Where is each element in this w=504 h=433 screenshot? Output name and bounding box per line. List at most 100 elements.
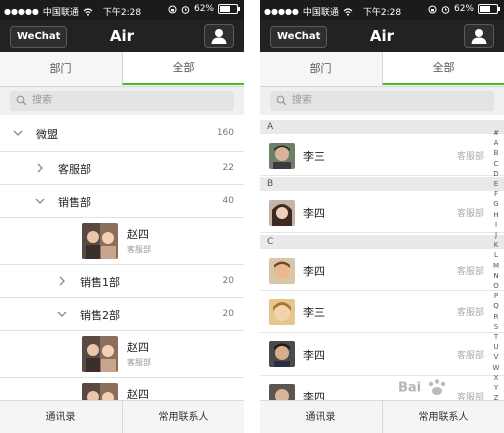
tree-label: 销售1部 <box>80 276 120 289</box>
contact-name: 李四 <box>303 207 325 220</box>
contact-row[interactable]: 李三 客服部 <box>260 291 504 333</box>
contact-row[interactable]: 李四 客服部 <box>260 192 504 233</box>
index-letter[interactable]: R <box>490 312 502 322</box>
tree-row-xs1[interactable]: 销售1部 20 <box>0 265 244 298</box>
alarm-icon <box>441 5 450 14</box>
index-letter[interactable]: L <box>490 250 502 260</box>
search-icon <box>16 95 27 106</box>
member-row[interactable]: 赵四 客服部 <box>0 331 244 378</box>
avatar <box>82 223 118 259</box>
search-placeholder: 搜索 <box>292 95 312 106</box>
contact-button[interactable] <box>204 24 234 48</box>
avatar <box>269 143 295 169</box>
tree-count: 20 <box>222 276 234 286</box>
right-phone-screen: ●●●●● 中国联通 下午2:28 62% WeChat Air 部门 全部 搜… <box>260 0 504 433</box>
person-icon <box>211 29 227 44</box>
index-letter[interactable]: K <box>490 240 502 250</box>
contact-dept: 客服部 <box>456 209 484 219</box>
tab-all[interactable]: 全部 <box>382 52 504 85</box>
index-letter[interactable]: H <box>490 210 502 220</box>
bottom-bar: 通讯录 常用联系人 <box>0 400 244 433</box>
tree-row-xiaoshou[interactable]: 销售部 40 <box>0 185 244 218</box>
tree-row-kefu[interactable]: 客服部 22 <box>0 152 244 185</box>
tree-row-xs2[interactable]: 销售2部 20 <box>0 298 244 331</box>
tab-department[interactable]: 部门 <box>0 52 121 85</box>
index-letter[interactable]: J <box>490 230 502 240</box>
tab-contacts[interactable]: 通讯录 <box>260 401 381 433</box>
section-header-b: B <box>260 177 504 191</box>
contact-row[interactable]: 李四 客服部 <box>260 333 504 376</box>
nav-bar: WeChat Air <box>0 20 244 52</box>
chevron-right-icon <box>59 276 65 286</box>
tab-frequent-contacts[interactable]: 常用联系人 <box>382 401 504 433</box>
tab-department[interactable]: 部门 <box>260 52 381 85</box>
search-placeholder: 搜索 <box>32 95 52 106</box>
bottom-bar: 通讯录 常用联系人 <box>260 400 504 433</box>
lock-rotation-icon <box>168 5 177 13</box>
contact-row[interactable]: 李四 客服部 <box>260 250 504 291</box>
index-letter[interactable]: T <box>490 332 502 342</box>
battery-percent: 62% <box>453 4 474 14</box>
contact-name: 李四 <box>303 349 325 362</box>
index-letter[interactable]: W <box>490 363 502 373</box>
index-letter[interactable]: A <box>490 138 502 148</box>
tree-count: 22 <box>222 163 234 173</box>
tab-contacts[interactable]: 通讯录 <box>0 401 121 433</box>
alarm-icon <box>181 5 190 14</box>
status-bar: ●●●●● 中国联通 下午2:28 62% <box>0 0 244 20</box>
watermark: Bai <box>398 378 494 402</box>
contact-name: 李三 <box>303 306 325 319</box>
member-name: 赵四 <box>127 228 149 241</box>
member-dept: 客服部 <box>127 358 151 367</box>
index-letter[interactable]: I <box>490 220 502 230</box>
index-letter[interactable]: V <box>490 352 502 362</box>
alphabet-index[interactable]: # A B C D E F G H I J K L M N O P Q R S T U V W X Y Z <box>490 128 502 403</box>
tab-bar: 部门 全部 <box>260 52 504 87</box>
index-letter[interactable]: U <box>490 342 502 352</box>
chevron-down-icon <box>35 198 45 204</box>
tree-count: 40 <box>222 196 234 206</box>
index-letter[interactable]: O <box>490 281 502 291</box>
status-bar: ●●●●● 中国联通 下午2:28 62% <box>260 0 504 20</box>
tab-all[interactable]: 全部 <box>122 52 244 85</box>
tree-label: 微盟 <box>36 128 58 141</box>
chevron-down-icon <box>13 130 23 136</box>
search-input[interactable]: 搜索 <box>270 91 494 111</box>
avatar <box>269 258 295 284</box>
tree-count: 20 <box>222 309 234 319</box>
battery-icon <box>218 4 240 14</box>
divider <box>244 0 260 433</box>
chevron-down-icon <box>57 311 67 317</box>
member-row[interactable]: 赵四 客服部 <box>0 218 244 265</box>
tree-row-root[interactable]: 微盟 160 <box>0 115 244 152</box>
index-letter[interactable]: Q <box>490 301 502 311</box>
contact-name: 李三 <box>303 150 325 163</box>
nav-bar: WeChat Air <box>260 20 504 52</box>
index-letter[interactable]: M <box>490 261 502 271</box>
index-letter[interactable]: F <box>490 189 502 199</box>
index-letter[interactable]: D <box>490 169 502 179</box>
index-letter[interactable]: B <box>490 148 502 158</box>
tree-label: 销售部 <box>58 196 91 209</box>
index-letter[interactable]: E <box>490 179 502 189</box>
contact-row[interactable]: 李三 客服部 <box>260 135 504 176</box>
index-letter[interactable]: S <box>490 322 502 332</box>
member-name: 赵四 <box>127 341 149 354</box>
avatar <box>269 200 295 226</box>
contact-dept: 客服部 <box>456 351 484 361</box>
tab-frequent-contacts[interactable]: 常用联系人 <box>122 401 244 433</box>
paw-icon <box>428 379 445 395</box>
contact-button[interactable] <box>464 24 494 48</box>
tab-bar: 部门 全部 <box>0 52 244 87</box>
search-area: 搜索 <box>260 87 504 115</box>
index-letter[interactable]: # <box>490 128 502 138</box>
search-input[interactable]: 搜索 <box>10 91 234 111</box>
index-letter[interactable]: N <box>490 271 502 281</box>
lock-rotation-icon <box>428 5 437 13</box>
index-letter[interactable]: G <box>490 199 502 209</box>
battery-icon <box>478 4 500 14</box>
index-letter[interactable]: P <box>490 291 502 301</box>
avatar <box>82 336 118 372</box>
index-letter[interactable]: C <box>490 159 502 169</box>
contact-dept: 客服部 <box>456 267 484 277</box>
